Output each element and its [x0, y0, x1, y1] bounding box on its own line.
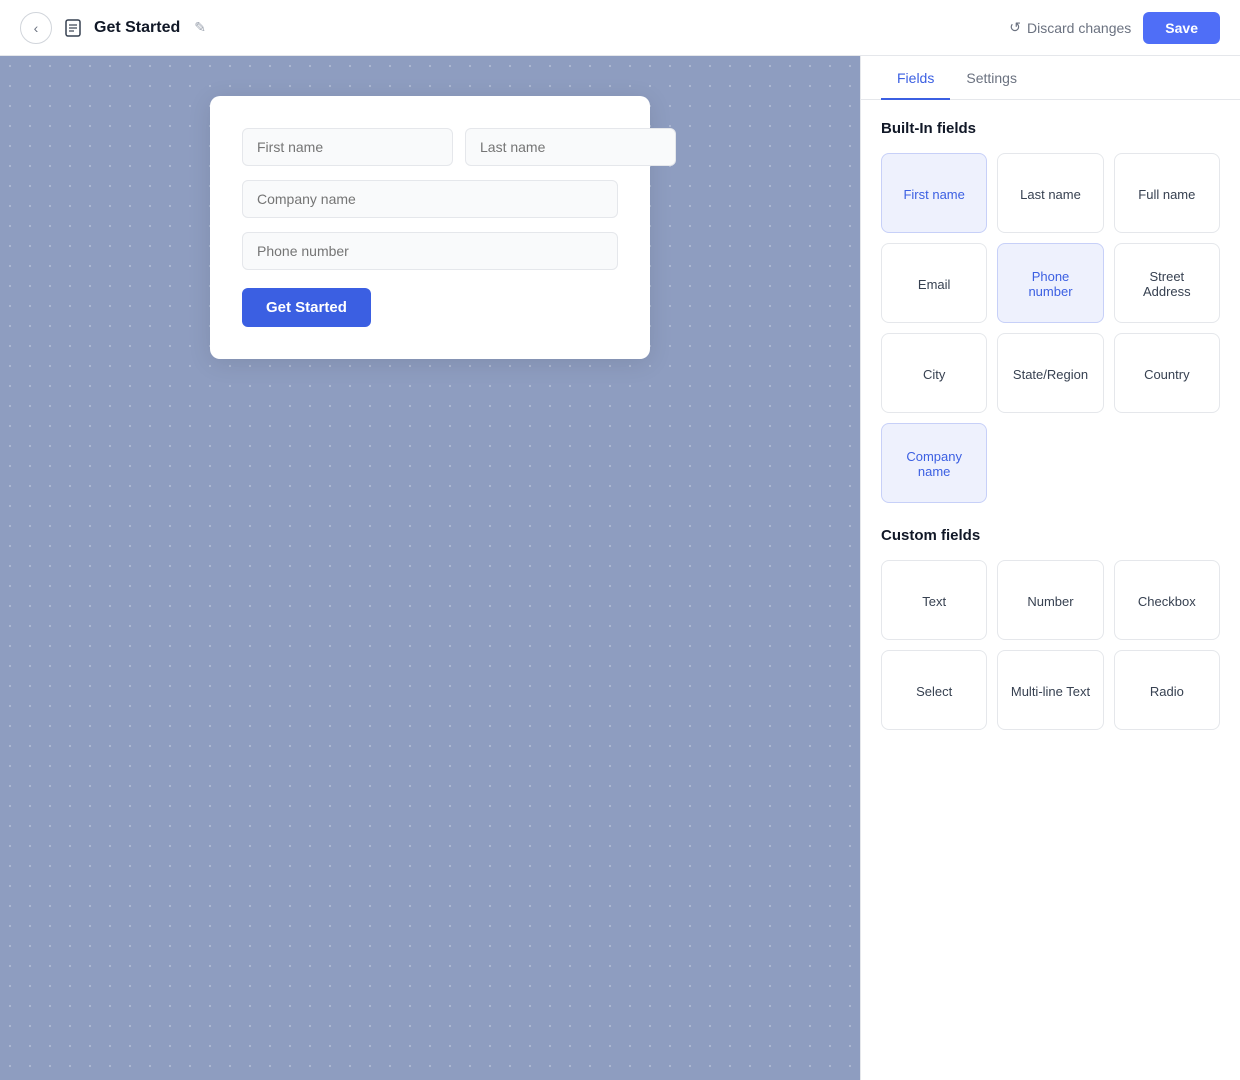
- form-card: Get Started: [210, 96, 650, 359]
- last-name-input[interactable]: [465, 128, 676, 166]
- field-number[interactable]: Number: [997, 560, 1103, 640]
- header-left: ‹ Get Started ✎: [20, 12, 206, 44]
- field-company-name[interactable]: Company name: [881, 423, 987, 503]
- discard-button[interactable]: ↺ Discard changes: [1009, 19, 1131, 36]
- field-radio[interactable]: Radio: [1114, 650, 1220, 730]
- edit-icon[interactable]: ✎: [194, 19, 206, 36]
- field-phone-number[interactable]: Phone number: [997, 243, 1103, 323]
- canvas-area: Get Started: [0, 56, 860, 1080]
- field-state-region[interactable]: State/Region: [997, 333, 1103, 413]
- tab-fields[interactable]: Fields: [881, 56, 950, 100]
- field-last-name[interactable]: Last name: [997, 153, 1103, 233]
- company-name-input[interactable]: [242, 180, 618, 218]
- field-full-name[interactable]: Full name: [1114, 153, 1220, 233]
- main-layout: Get Started Fields Settings Built-In fie…: [0, 56, 1240, 1080]
- field-select[interactable]: Select: [881, 650, 987, 730]
- document-icon: [62, 17, 84, 39]
- phone-number-input[interactable]: [242, 232, 618, 270]
- panel-content: Built-In fields First name Last name Ful…: [861, 100, 1240, 1080]
- discard-label: Discard changes: [1027, 20, 1131, 36]
- form-submit-button[interactable]: Get Started: [242, 288, 371, 327]
- field-country[interactable]: Country: [1114, 333, 1220, 413]
- page-title: Get Started: [94, 19, 180, 37]
- name-row: [242, 128, 618, 166]
- tab-settings[interactable]: Settings: [950, 56, 1033, 100]
- back-icon: ‹: [34, 20, 39, 36]
- right-panel: Fields Settings Built-In fields First na…: [860, 56, 1240, 1080]
- custom-section-title: Custom fields: [881, 527, 1220, 544]
- field-email[interactable]: Email: [881, 243, 987, 323]
- built-in-fields-grid: First name Last name Full name Email Pho…: [881, 153, 1220, 503]
- field-multiline-text[interactable]: Multi-line Text: [997, 650, 1103, 730]
- field-city[interactable]: City: [881, 333, 987, 413]
- header: ‹ Get Started ✎ ↺ Discard changes Save: [0, 0, 1240, 56]
- field-checkbox[interactable]: Checkbox: [1114, 560, 1220, 640]
- panel-tabs: Fields Settings: [861, 56, 1240, 100]
- field-first-name[interactable]: First name: [881, 153, 987, 233]
- field-street-address[interactable]: Street Address: [1114, 243, 1220, 323]
- header-right: ↺ Discard changes Save: [1009, 12, 1220, 44]
- custom-fields-grid: Text Number Checkbox Select Multi-line T…: [881, 560, 1220, 730]
- first-name-input[interactable]: [242, 128, 453, 166]
- save-button[interactable]: Save: [1143, 12, 1220, 44]
- back-button[interactable]: ‹: [20, 12, 52, 44]
- field-text[interactable]: Text: [881, 560, 987, 640]
- discard-icon: ↺: [1009, 19, 1021, 36]
- built-in-section-title: Built-In fields: [881, 120, 1220, 137]
